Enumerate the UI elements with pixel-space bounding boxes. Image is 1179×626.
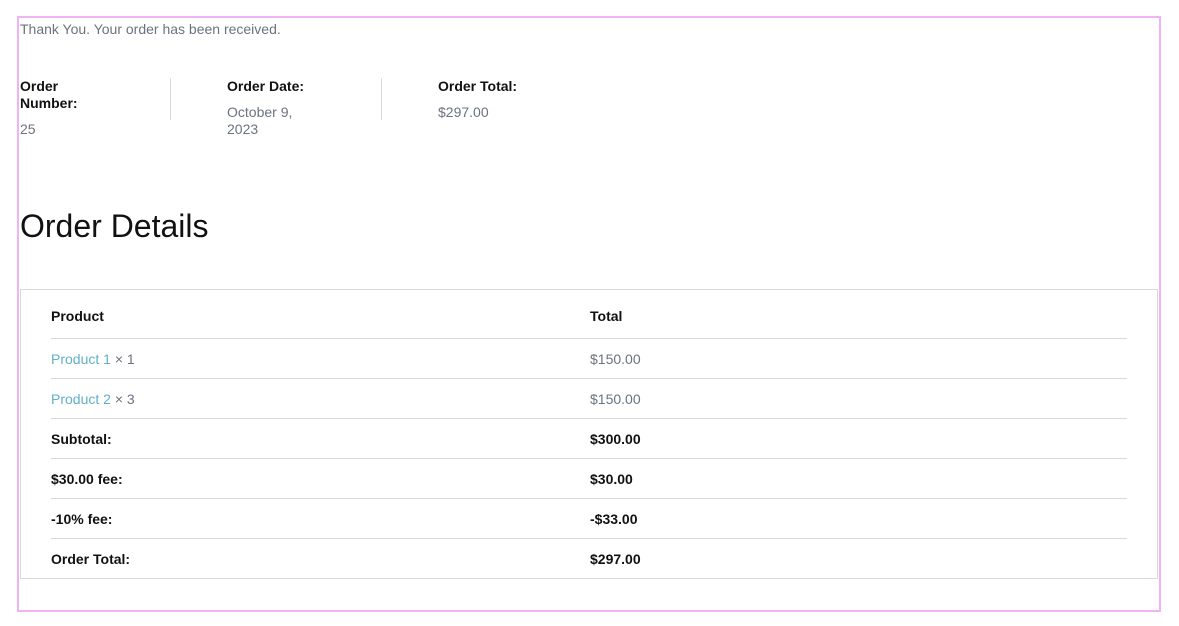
order-number-block: Order Number: 25 <box>20 78 171 137</box>
order-details-title: Order Details <box>20 208 209 244</box>
table-row: Product 1 × 1 $150.00 <box>51 338 1127 379</box>
order-number-value: 25 <box>20 121 36 137</box>
subtotal-value: $300.00 <box>590 418 1127 459</box>
order-total-block: Order Total: $297.00 <box>382 78 573 120</box>
order-date-label: Order Date: <box>227 78 305 94</box>
table-header-row: Product Total <box>51 290 1127 339</box>
order-number-label: Order Number: <box>20 78 78 111</box>
product-total: $150.00 <box>590 378 1127 419</box>
order-received-container: Thank You. Your order has been received.… <box>17 16 1161 612</box>
thank-you-message: Thank You. Your order has been received. <box>20 21 281 37</box>
discount-row: -10% fee: -$33.00 <box>51 498 1127 539</box>
order-total-row-label: Order Total: <box>51 550 131 567</box>
product-link[interactable]: Product 1 <box>51 351 111 367</box>
order-date-value: October 9, 2023 <box>227 104 293 137</box>
order-total-row: Order Total: $297.00 <box>51 539 1127 579</box>
fee-row: $30.00 fee: $30.00 <box>51 458 1127 499</box>
fixed-fee-label: $30.00 fee: <box>51 458 590 499</box>
subtotal-row: Subtotal: $300.00 <box>51 418 1127 459</box>
subtotal-label: Subtotal: <box>51 418 590 459</box>
percent-fee-label: -10% fee: <box>51 498 590 539</box>
product-quantity: × 1 <box>110 350 135 367</box>
product-column-header: Product <box>51 290 590 339</box>
total-column-header: Total <box>590 290 1127 339</box>
fixed-fee-value: $30.00 <box>590 458 1127 499</box>
table-row: Product 2 × 3 $150.00 <box>51 378 1127 419</box>
product-quantity: × 3 <box>110 390 135 407</box>
order-overview: Order Number: 25 Order Date: October 9, … <box>20 78 573 137</box>
order-total-value: $297.00 <box>438 104 489 120</box>
product-cell: Product 1 × 1 <box>51 338 590 379</box>
product-cell: Product 2 × 3 <box>51 378 590 419</box>
product-link[interactable]: Product 2 <box>51 391 111 407</box>
order-total-row-value: $297.00 <box>590 550 641 567</box>
order-date-block: Order Date: October 9, 2023 <box>171 78 382 137</box>
product-total: $150.00 <box>590 338 1127 379</box>
order-total-label: Order Total: <box>438 78 518 94</box>
order-details-table-container: Product Total Product 1 × 1 $150.00 Prod… <box>20 289 1158 579</box>
percent-fee-value: -$33.00 <box>590 498 1127 539</box>
order-details-table: Product Total Product 1 × 1 $150.00 Prod… <box>51 290 1127 578</box>
